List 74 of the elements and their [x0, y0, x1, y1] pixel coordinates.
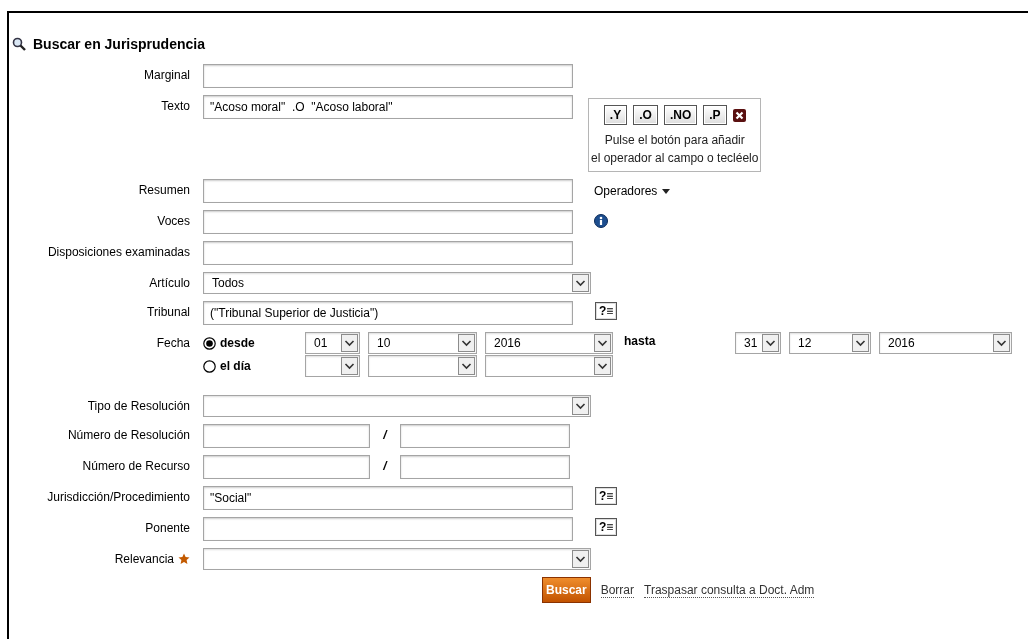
select-field[interactable]: 31 — [735, 332, 781, 354]
field-label: Resumen — [138, 183, 190, 197]
text-field[interactable]: ("Tribunal Superior de Justicia") — [203, 301, 573, 325]
caret-icon — [662, 188, 671, 194]
lookup-button[interactable]: ?≡ — [595, 302, 618, 320]
hint-text: Pulse el botón para añadir — [603, 132, 746, 149]
select-field[interactable] — [305, 355, 360, 377]
select-field[interactable]: 10 — [368, 332, 477, 354]
select-field[interactable] — [368, 355, 477, 377]
select-field[interactable]: Todos — [203, 272, 591, 294]
chevron-down-icon — [594, 334, 611, 352]
lookup-button[interactable]: ?≡ — [595, 487, 618, 505]
select-field[interactable]: 01 — [305, 332, 360, 354]
select-field[interactable] — [485, 355, 613, 377]
chevron-down-icon — [993, 334, 1010, 352]
field-label: Marginal — [143, 68, 190, 82]
text-field[interactable] — [400, 424, 570, 448]
operators-menu[interactable]: Operadores — [594, 184, 671, 198]
radio-button[interactable] — [203, 359, 216, 373]
chevron-down-icon — [341, 357, 358, 375]
text-field[interactable] — [203, 241, 573, 265]
field-label: Relevancia — [114, 552, 174, 566]
close-icon[interactable] — [732, 108, 746, 122]
chevron-down-icon — [572, 550, 589, 568]
text-link[interactable]: Traspasar consulta a Doct. Adm — [644, 582, 815, 598]
text-field[interactable]: "Acoso moral" .O "Acoso laboral" — [203, 95, 573, 119]
field-label: Texto — [161, 99, 190, 113]
chevron-down-icon — [852, 334, 869, 352]
chevron-down-icon — [594, 357, 611, 375]
radio-label: el día — [220, 359, 251, 373]
info-icon[interactable] — [594, 214, 608, 228]
page-title: Buscar en Jurisprudencia — [33, 36, 205, 52]
select-field[interactable]: 2016 — [485, 332, 613, 354]
separator-text: / — [382, 427, 389, 442]
field-label: Número de Resolución — [67, 428, 190, 442]
chevron-down-icon — [572, 274, 589, 292]
chevron-down-icon — [572, 397, 589, 415]
select-field[interactable] — [203, 395, 591, 417]
text-link[interactable]: Borrar — [600, 582, 635, 598]
hint-text: el operador al campo o tecléelo — [591, 150, 759, 167]
select-field[interactable] — [203, 548, 591, 570]
text-field[interactable]: "Social" — [203, 486, 573, 510]
text-field[interactable] — [400, 455, 570, 479]
operator-button[interactable]: .Y — [603, 105, 628, 125]
field-label: Artículo — [149, 276, 190, 290]
field-label: Tribunal — [147, 305, 190, 319]
text-field[interactable] — [203, 455, 370, 479]
chevron-down-icon — [458, 334, 475, 352]
field-label: Tipo de Resolución — [87, 399, 190, 413]
operator-button[interactable]: .O — [633, 105, 658, 125]
radio-label: desde — [220, 336, 255, 350]
range-label: hasta — [623, 333, 657, 348]
chevron-down-icon — [762, 334, 779, 352]
field-label: Voces — [157, 214, 190, 228]
chevron-down-icon — [341, 334, 358, 352]
radio-button[interactable] — [203, 336, 216, 350]
text-field[interactable] — [203, 210, 573, 234]
field-label: Fecha — [156, 336, 190, 350]
field-label: Jurisdicción/Procedimiento — [47, 490, 190, 504]
field-label: Número de Recurso — [82, 459, 190, 473]
chevron-down-icon — [458, 357, 475, 375]
text-field[interactable] — [203, 64, 573, 88]
separator-text: / — [382, 458, 389, 473]
text-field[interactable] — [203, 179, 573, 203]
field-label: Ponente — [145, 521, 190, 535]
operator-button[interactable]: .NO — [663, 105, 698, 125]
lookup-button[interactable]: ?≡ — [595, 518, 618, 536]
operator-button[interactable]: .P — [703, 105, 727, 125]
text-field[interactable] — [203, 424, 370, 448]
text-field[interactable] — [203, 517, 573, 541]
select-field[interactable]: 12 — [789, 332, 871, 354]
search-icon — [12, 37, 26, 51]
field-label: Disposiciones examinadas — [47, 245, 190, 259]
select-field[interactable]: 2016 — [879, 332, 1012, 354]
